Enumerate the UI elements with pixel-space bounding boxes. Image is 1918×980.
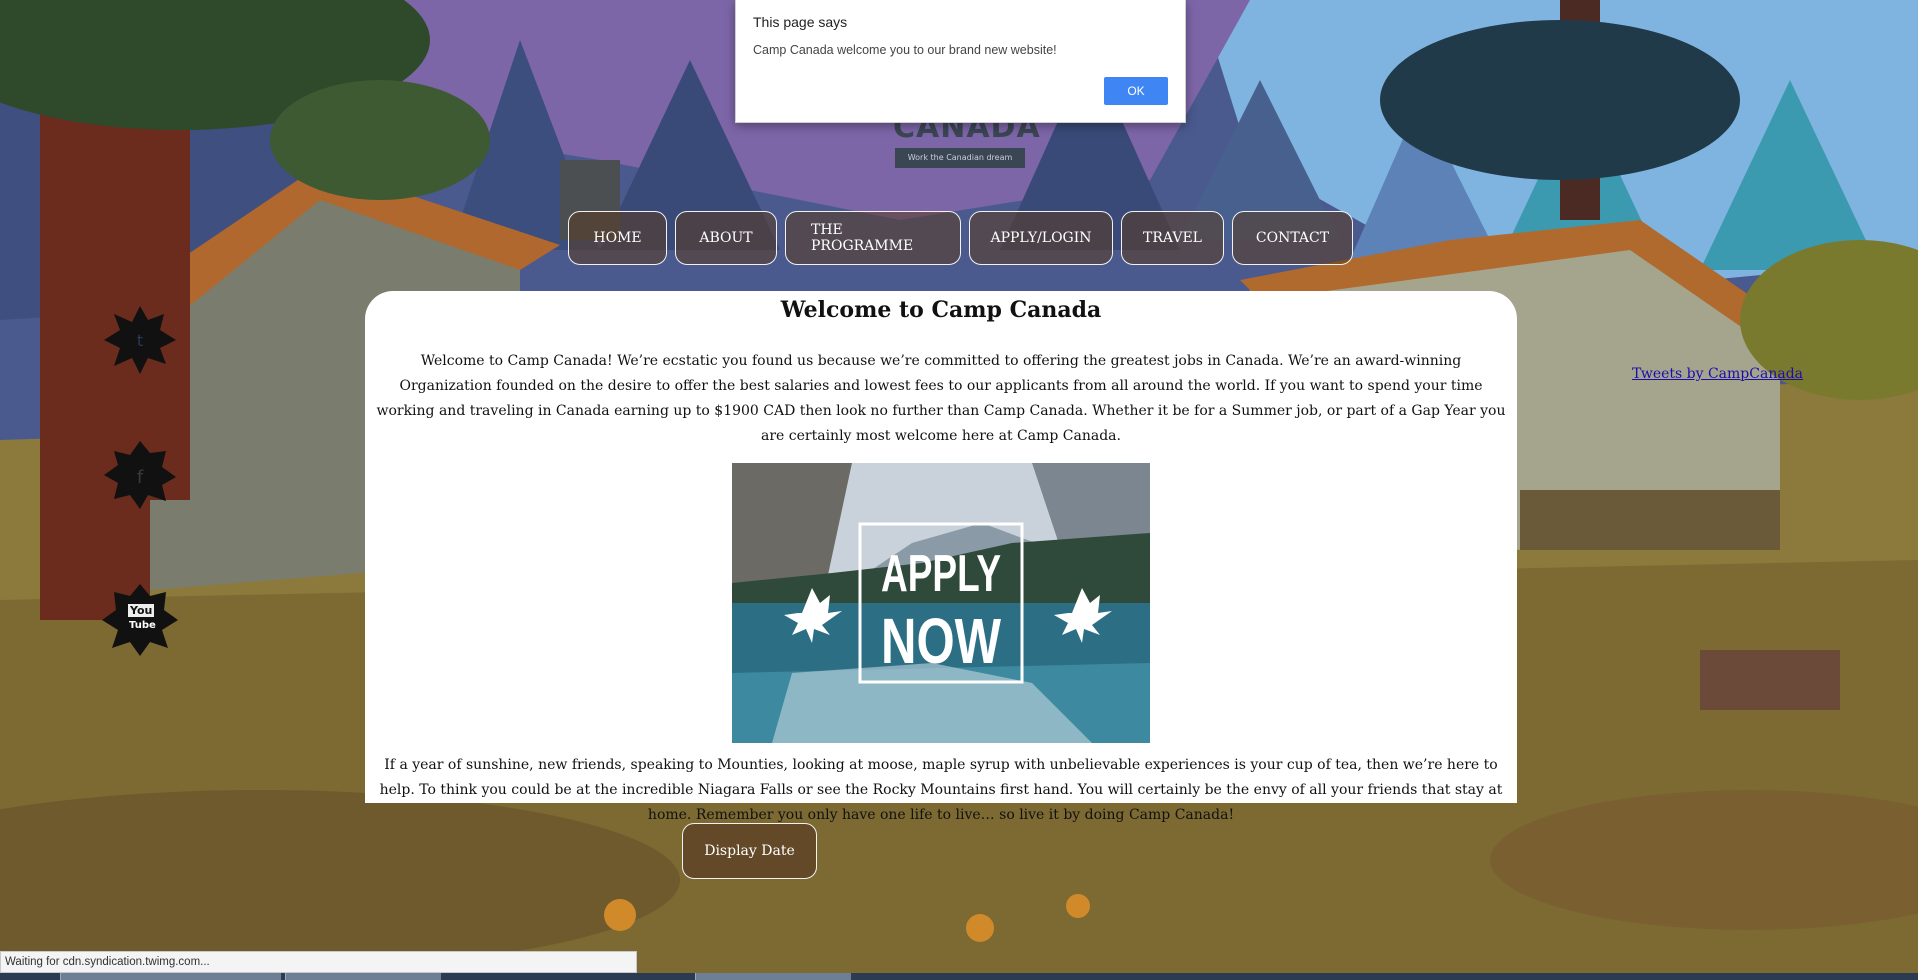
- alert-title: This page says: [753, 14, 848, 30]
- main-content-card: Welcome to Camp Canada Welcome to Camp C…: [365, 291, 1517, 823]
- nav-apply-login[interactable]: APPLY/LOGIN: [969, 211, 1113, 265]
- nav-about[interactable]: ABOUT: [675, 211, 777, 265]
- taskbar-item[interactable]: [695, 973, 851, 980]
- nav-the-programme[interactable]: THE PROGRAMME: [785, 211, 961, 265]
- youtube-label-you: You: [128, 604, 155, 617]
- taskbar-item[interactable]: [60, 973, 281, 980]
- twitter-icon[interactable]: t: [100, 300, 180, 380]
- apply-now-banner[interactable]: APPLY NOW: [732, 463, 1150, 743]
- svg-text:f: f: [137, 467, 144, 488]
- banner-line-apply: APPLY: [881, 545, 1001, 603]
- nav-travel[interactable]: TRAVEL: [1121, 211, 1224, 265]
- os-taskbar: [0, 973, 1918, 980]
- apply-now-image: APPLY NOW: [732, 463, 1150, 743]
- taskbar-item[interactable]: [285, 973, 441, 980]
- display-date-button[interactable]: Display Date: [682, 823, 817, 879]
- intro-paragraph: Welcome to Camp Canada! We’re ecstatic y…: [376, 353, 1506, 444]
- outro-paragraph: If a year of sunshine, new friends, spea…: [379, 757, 1503, 823]
- nav-home[interactable]: HOME: [568, 211, 667, 265]
- svg-text:t: t: [137, 331, 143, 350]
- alert-message: Camp Canada welcome you to our brand new…: [753, 43, 1057, 57]
- youtube-icon[interactable]: You Tube: [100, 580, 180, 660]
- banner-line-now: NOW: [881, 605, 1001, 677]
- facebook-icon[interactable]: f: [100, 435, 180, 515]
- nav-contact[interactable]: CONTACT: [1232, 211, 1353, 265]
- browser-status-bar: Waiting for cdn.syndication.twimg.com...: [0, 951, 637, 973]
- tweets-link[interactable]: Tweets by CampCanada: [1632, 366, 1803, 382]
- alert-ok-button[interactable]: OK: [1104, 77, 1168, 105]
- logo-tagline: Work the Canadian dream: [895, 148, 1025, 168]
- page-title: Welcome to Camp Canada: [780, 297, 1102, 323]
- main-nav: HOME ABOUT THE PROGRAMME APPLY/LOGIN TRA…: [568, 211, 1353, 265]
- youtube-label-tube: Tube: [129, 620, 156, 631]
- alert-dialog: This page says Camp Canada welcome you t…: [735, 0, 1186, 123]
